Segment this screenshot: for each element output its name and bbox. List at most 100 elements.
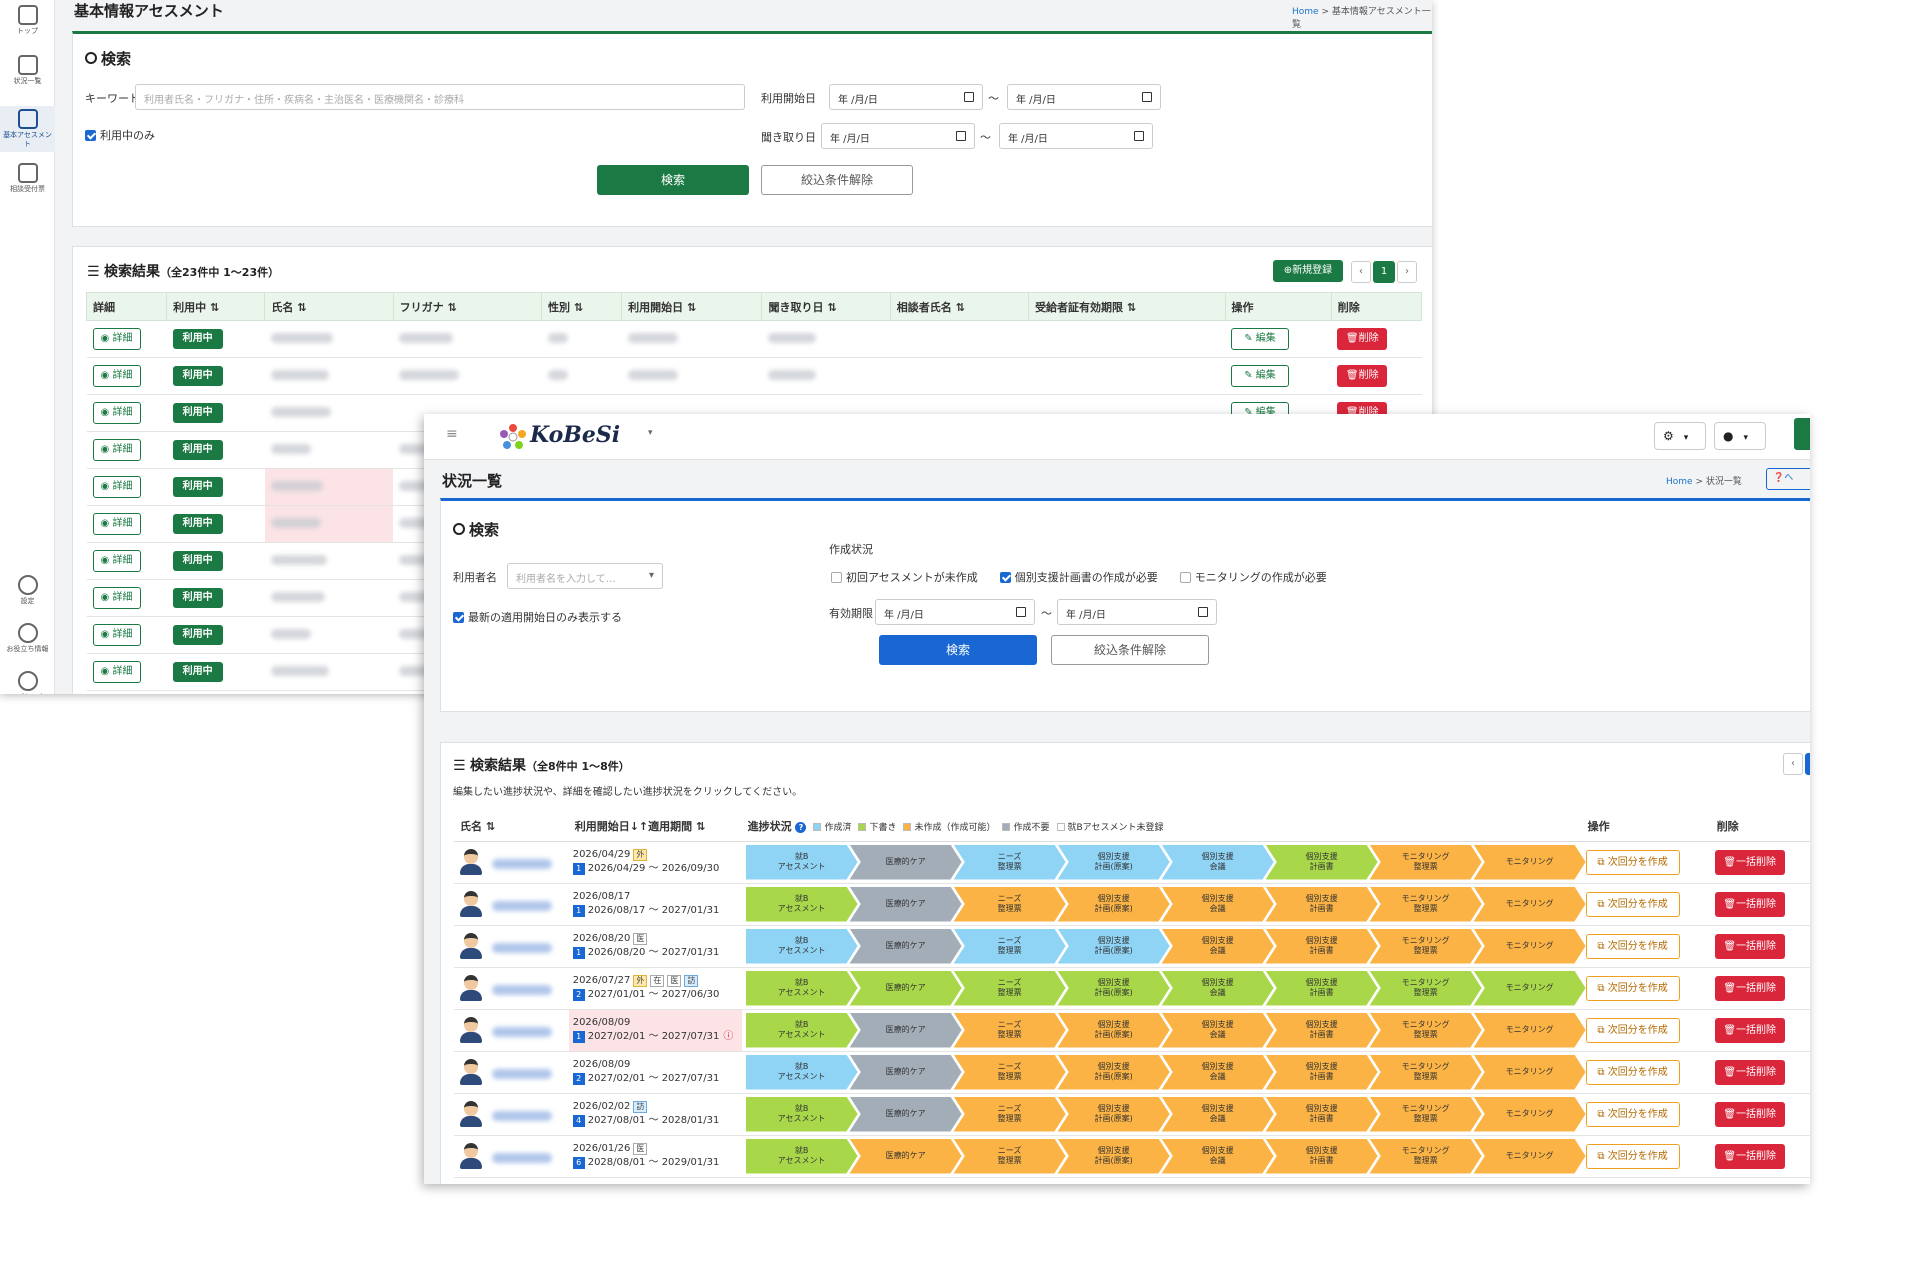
col-name[interactable]: 氏名 ⇅	[454, 811, 569, 842]
period-cell[interactable]: 2026/08/09 2 2027/02/01 〜 2027/07/31	[568, 1051, 742, 1094]
latest-only-filter[interactable]: 最新の適用開始日のみ表示する	[453, 609, 622, 625]
page-next[interactable]: ›	[1397, 261, 1417, 283]
progress-step[interactable]: 医療的ケア	[849, 1138, 962, 1174]
col-header[interactable]: フリガナ ⇅	[392, 292, 543, 321]
col-header[interactable]: 利用開始日 ⇅	[621, 292, 763, 321]
create-next-button[interactable]: ⧉ 次回分を作成	[1585, 1059, 1680, 1085]
progress-step[interactable]: 個別支援 会議	[1161, 1012, 1274, 1048]
period-cell[interactable]: 2026/04/29 外 1 2026/04/29 〜 2026/09/30	[568, 841, 742, 884]
progress-step[interactable]: 医療的ケア	[849, 970, 962, 1006]
col-header[interactable]: 聞き取り日 ⇅	[761, 292, 891, 321]
breadcrumb-home[interactable]: Home	[1666, 477, 1693, 487]
progress-step[interactable]: 医療的ケア	[849, 886, 962, 922]
progress-step[interactable]: モニタリング 整理票	[1369, 1096, 1482, 1132]
hamburger-icon[interactable]: ≡	[446, 426, 458, 442]
sidebar-item-1[interactable]: 状況一覧	[0, 52, 55, 89]
progress-step[interactable]: 個別支援 計画書	[1265, 1012, 1378, 1048]
col-header[interactable]: 利用中 ⇅	[166, 292, 266, 321]
progress-step[interactable]: 個別支援 計画(原案)	[1057, 844, 1170, 880]
hear-date-to[interactable]: 年 /月/日	[999, 123, 1153, 149]
progress-step[interactable]: モニタリング 整理票	[1369, 886, 1482, 922]
valid-to[interactable]: 年 /月/日	[1057, 599, 1217, 625]
table-row[interactable]: ◉ 詳細 利用中 ✎ 編集 🗑削除	[86, 357, 1422, 395]
detail-button[interactable]: ◉ 詳細	[92, 624, 141, 646]
table-row[interactable]: ◉ 詳細 利用中 ✎ 編集 🗑削除	[86, 320, 1422, 358]
progress-step[interactable]: モニタリング	[1473, 844, 1586, 880]
progress-step[interactable]: 個別支援 会議	[1161, 1096, 1274, 1132]
bulk-delete-button[interactable]: 🗑一括削除	[1714, 1101, 1785, 1127]
create-next-button[interactable]: ⧉ 次回分を作成	[1585, 1143, 1680, 1169]
progress-step[interactable]: 個別支援 計画(原案)	[1057, 928, 1170, 964]
detail-button[interactable]: ◉ 詳細	[92, 476, 141, 498]
progress-step[interactable]: 就B アセスメント	[745, 844, 858, 880]
new-register-button[interactable]: ⊕新規登録	[1273, 260, 1343, 282]
progress-step[interactable]: モニタリング	[1473, 970, 1586, 1006]
progress-step[interactable]: モニタリング 整理票	[1369, 970, 1482, 1006]
status-checkbox[interactable]	[831, 572, 842, 583]
latest-only-checkbox[interactable]	[453, 612, 464, 623]
period-cell[interactable]: 2026/08/20 医 1 2026/08/20 〜 2027/01/31	[568, 925, 742, 968]
valid-from[interactable]: 年 /月/日	[875, 599, 1035, 625]
period-cell[interactable]: 2026/08/09 1 2027/02/01 〜 2027/07/31 ⓘ	[568, 1009, 742, 1052]
header-green-button[interactable]	[1794, 418, 1810, 450]
breadcrumb-home[interactable]: Home	[1292, 7, 1319, 17]
sidebar-item-5[interactable]: お役立ち情報	[0, 620, 55, 657]
progress-step[interactable]: 個別支援 会議	[1161, 928, 1274, 964]
inuse-filter[interactable]: 利用中のみ	[85, 127, 155, 143]
progress-step[interactable]: 個別支援 計画書	[1265, 1096, 1378, 1132]
create-next-button[interactable]: ⧉ 次回分を作成	[1585, 1101, 1680, 1127]
keyword-input[interactable]: 利用者氏名・フリガナ・住所・疾病名・主治医名・医療機関名・診療科	[135, 84, 745, 110]
progress-step[interactable]: 医療的ケア	[849, 928, 962, 964]
progress-step[interactable]: 個別支援 会議	[1161, 970, 1274, 1006]
bulk-delete-button[interactable]: 🗑一括削除	[1714, 933, 1785, 959]
edit-button[interactable]: ✎ 編集	[1231, 365, 1289, 387]
col-header[interactable]: 氏名 ⇅	[264, 292, 394, 321]
progress-step[interactable]: 個別支援 計画(原案)	[1057, 1096, 1170, 1132]
bulk-delete-button[interactable]: 🗑一括削除	[1714, 891, 1785, 917]
start-date-from[interactable]: 年 /月/日	[829, 84, 983, 110]
col-header[interactable]: 相談者氏名 ⇅	[889, 292, 1030, 321]
progress-step[interactable]: 医療的ケア	[849, 844, 962, 880]
clear-filter-button[interactable]: 絞込条件解除	[761, 165, 913, 195]
progress-step[interactable]: 個別支援 計画書	[1265, 928, 1378, 964]
status-option-1[interactable]: 個別支援計画書の作成が必要	[999, 571, 1158, 584]
progress-step[interactable]: モニタリング	[1473, 1054, 1586, 1090]
delete-button[interactable]: 🗑削除	[1337, 365, 1388, 387]
progress-step[interactable]: 医療的ケア	[849, 1054, 962, 1090]
col-header[interactable]: 受給者証有効期限 ⇅	[1028, 292, 1226, 321]
progress-step[interactable]: 個別支援 計画書	[1265, 970, 1378, 1006]
status-checkbox[interactable]	[1179, 572, 1191, 583]
progress-step[interactable]: 就B アセスメント	[745, 1096, 858, 1132]
page-1[interactable]: 1	[1805, 753, 1810, 775]
bulk-delete-button[interactable]: 🗑一括削除	[1714, 849, 1785, 875]
period-cell[interactable]: 2026/07/27 外在医訪 2 2027/01/01 〜 2027/06/30	[568, 967, 742, 1010]
progress-step[interactable]: モニタリング 整理票	[1369, 1054, 1482, 1090]
progress-step[interactable]: モニタリング 整理票	[1369, 1138, 1482, 1174]
user-name-link[interactable]	[492, 1152, 552, 1163]
progress-step[interactable]: ニーズ 整理票	[953, 886, 1066, 922]
detail-button[interactable]: ◉ 詳細	[92, 328, 141, 350]
progress-step[interactable]: 個別支援 会議	[1161, 886, 1274, 922]
period-cell[interactable]: 2026/02/02 訪 4 2027/08/01 〜 2028/01/31	[568, 1093, 742, 1136]
user-name-link[interactable]	[492, 858, 552, 869]
progress-step[interactable]: ニーズ 整理票	[953, 1138, 1066, 1174]
progress-step[interactable]: 就B アセスメント	[745, 1012, 858, 1048]
progress-step[interactable]: モニタリング	[1473, 1012, 1586, 1048]
progress-step[interactable]: 個別支援 計画書	[1265, 1138, 1378, 1174]
detail-button[interactable]: ◉ 詳細	[92, 661, 141, 683]
period-cell[interactable]: 2026/01/26 医 6 2028/08/01 〜 2029/01/31	[568, 1135, 742, 1178]
create-next-button[interactable]: ⧉ 次回分を作成	[1585, 975, 1680, 1001]
progress-step[interactable]: 個別支援 計画(原案)	[1057, 1138, 1170, 1174]
delete-button[interactable]: 🗑削除	[1337, 328, 1388, 350]
progress-step[interactable]: 就B アセスメント	[745, 928, 858, 964]
clear-filter-button[interactable]: 絞込条件解除	[1051, 635, 1209, 665]
sidebar-item-3[interactable]: 相談受付票	[0, 160, 55, 197]
page-prev[interactable]: ‹	[1783, 753, 1803, 775]
progress-step[interactable]: 就B アセスメント	[745, 886, 858, 922]
inuse-checkbox[interactable]	[85, 130, 96, 141]
col-period[interactable]: 利用開始日↓↑適用期間 ⇅	[568, 811, 742, 842]
progress-step[interactable]: 就B アセスメント	[745, 1054, 858, 1090]
bulk-delete-button[interactable]: 🗑一括削除	[1714, 1143, 1785, 1169]
create-next-button[interactable]: ⧉ 次回分を作成	[1585, 891, 1680, 917]
user-name-select[interactable]: 利用者名を入力して… ▾	[507, 563, 663, 589]
